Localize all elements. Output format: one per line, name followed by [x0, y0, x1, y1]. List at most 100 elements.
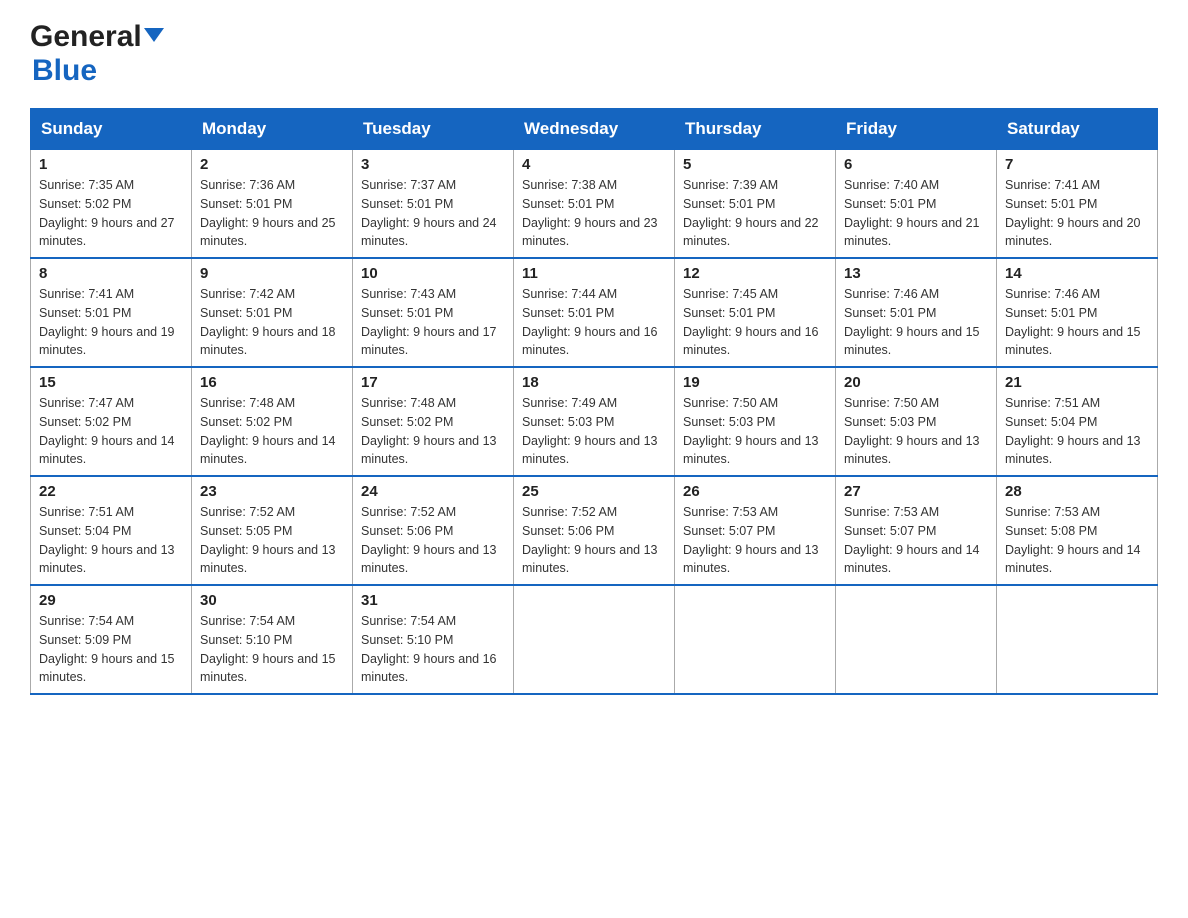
day-cell-24: 24 Sunrise: 7:52 AMSunset: 5:06 PMDaylig…: [353, 476, 514, 585]
day-cell-30: 30 Sunrise: 7:54 AMSunset: 5:10 PMDaylig…: [192, 585, 353, 694]
day-number: 8: [39, 265, 183, 282]
day-info: Sunrise: 7:45 AMSunset: 5:01 PMDaylight:…: [683, 285, 827, 360]
day-number: 16: [200, 374, 344, 391]
day-info: Sunrise: 7:41 AMSunset: 5:01 PMDaylight:…: [39, 285, 183, 360]
day-info: Sunrise: 7:54 AMSunset: 5:09 PMDaylight:…: [39, 612, 183, 687]
day-number: 12: [683, 265, 827, 282]
day-info: Sunrise: 7:51 AMSunset: 5:04 PMDaylight:…: [39, 503, 183, 578]
day-info: Sunrise: 7:52 AMSunset: 5:06 PMDaylight:…: [522, 503, 666, 578]
day-info: Sunrise: 7:46 AMSunset: 5:01 PMDaylight:…: [1005, 285, 1149, 360]
day-info: Sunrise: 7:37 AMSunset: 5:01 PMDaylight:…: [361, 176, 505, 251]
day-cell-27: 27 Sunrise: 7:53 AMSunset: 5:07 PMDaylig…: [836, 476, 997, 585]
day-cell-7: 7 Sunrise: 7:41 AMSunset: 5:01 PMDayligh…: [997, 150, 1158, 259]
day-info: Sunrise: 7:42 AMSunset: 5:01 PMDaylight:…: [200, 285, 344, 360]
weekday-header-saturday: Saturday: [997, 109, 1158, 150]
day-cell-12: 12 Sunrise: 7:45 AMSunset: 5:01 PMDaylig…: [675, 258, 836, 367]
day-cell-14: 14 Sunrise: 7:46 AMSunset: 5:01 PMDaylig…: [997, 258, 1158, 367]
day-info: Sunrise: 7:48 AMSunset: 5:02 PMDaylight:…: [361, 394, 505, 469]
day-number: 13: [844, 265, 988, 282]
day-info: Sunrise: 7:47 AMSunset: 5:02 PMDaylight:…: [39, 394, 183, 469]
day-info: Sunrise: 7:53 AMSunset: 5:07 PMDaylight:…: [844, 503, 988, 578]
empty-cell: [997, 585, 1158, 694]
day-number: 2: [200, 156, 344, 173]
day-info: Sunrise: 7:40 AMSunset: 5:01 PMDaylight:…: [844, 176, 988, 251]
weekday-header-sunday: Sunday: [31, 109, 192, 150]
day-cell-2: 2 Sunrise: 7:36 AMSunset: 5:01 PMDayligh…: [192, 150, 353, 259]
day-info: Sunrise: 7:54 AMSunset: 5:10 PMDaylight:…: [200, 612, 344, 687]
day-number: 11: [522, 265, 666, 282]
day-cell-21: 21 Sunrise: 7:51 AMSunset: 5:04 PMDaylig…: [997, 367, 1158, 476]
day-number: 28: [1005, 483, 1149, 500]
day-cell-29: 29 Sunrise: 7:54 AMSunset: 5:09 PMDaylig…: [31, 585, 192, 694]
logo: General Blue: [30, 20, 164, 88]
weekday-header-row: SundayMondayTuesdayWednesdayThursdayFrid…: [31, 109, 1158, 150]
day-cell-6: 6 Sunrise: 7:40 AMSunset: 5:01 PMDayligh…: [836, 150, 997, 259]
day-info: Sunrise: 7:51 AMSunset: 5:04 PMDaylight:…: [1005, 394, 1149, 469]
day-info: Sunrise: 7:48 AMSunset: 5:02 PMDaylight:…: [200, 394, 344, 469]
weekday-header-monday: Monday: [192, 109, 353, 150]
day-cell-8: 8 Sunrise: 7:41 AMSunset: 5:01 PMDayligh…: [31, 258, 192, 367]
week-row-1: 1 Sunrise: 7:35 AMSunset: 5:02 PMDayligh…: [31, 150, 1158, 259]
day-cell-23: 23 Sunrise: 7:52 AMSunset: 5:05 PMDaylig…: [192, 476, 353, 585]
day-number: 23: [200, 483, 344, 500]
logo-general-text: General: [30, 20, 142, 54]
weekday-header-friday: Friday: [836, 109, 997, 150]
day-info: Sunrise: 7:50 AMSunset: 5:03 PMDaylight:…: [683, 394, 827, 469]
day-number: 18: [522, 374, 666, 391]
calendar-table: SundayMondayTuesdayWednesdayThursdayFrid…: [30, 108, 1158, 695]
day-cell-10: 10 Sunrise: 7:43 AMSunset: 5:01 PMDaylig…: [353, 258, 514, 367]
day-info: Sunrise: 7:54 AMSunset: 5:10 PMDaylight:…: [361, 612, 505, 687]
day-number: 6: [844, 156, 988, 173]
day-number: 9: [200, 265, 344, 282]
day-cell-17: 17 Sunrise: 7:48 AMSunset: 5:02 PMDaylig…: [353, 367, 514, 476]
day-info: Sunrise: 7:44 AMSunset: 5:01 PMDaylight:…: [522, 285, 666, 360]
day-cell-20: 20 Sunrise: 7:50 AMSunset: 5:03 PMDaylig…: [836, 367, 997, 476]
day-number: 29: [39, 592, 183, 609]
day-number: 22: [39, 483, 183, 500]
day-cell-1: 1 Sunrise: 7:35 AMSunset: 5:02 PMDayligh…: [31, 150, 192, 259]
day-info: Sunrise: 7:52 AMSunset: 5:05 PMDaylight:…: [200, 503, 344, 578]
day-cell-13: 13 Sunrise: 7:46 AMSunset: 5:01 PMDaylig…: [836, 258, 997, 367]
weekday-header-tuesday: Tuesday: [353, 109, 514, 150]
day-number: 5: [683, 156, 827, 173]
day-cell-3: 3 Sunrise: 7:37 AMSunset: 5:01 PMDayligh…: [353, 150, 514, 259]
day-info: Sunrise: 7:38 AMSunset: 5:01 PMDaylight:…: [522, 176, 666, 251]
day-number: 3: [361, 156, 505, 173]
day-cell-26: 26 Sunrise: 7:53 AMSunset: 5:07 PMDaylig…: [675, 476, 836, 585]
day-cell-16: 16 Sunrise: 7:48 AMSunset: 5:02 PMDaylig…: [192, 367, 353, 476]
week-row-2: 8 Sunrise: 7:41 AMSunset: 5:01 PMDayligh…: [31, 258, 1158, 367]
day-number: 21: [1005, 374, 1149, 391]
day-number: 20: [844, 374, 988, 391]
page-header: General Blue: [30, 20, 1158, 88]
calendar-header: SundayMondayTuesdayWednesdayThursdayFrid…: [31, 109, 1158, 150]
day-number: 17: [361, 374, 505, 391]
logo-blue-text: Blue: [32, 54, 97, 88]
day-cell-31: 31 Sunrise: 7:54 AMSunset: 5:10 PMDaylig…: [353, 585, 514, 694]
day-info: Sunrise: 7:52 AMSunset: 5:06 PMDaylight:…: [361, 503, 505, 578]
weekday-header-wednesday: Wednesday: [514, 109, 675, 150]
week-row-5: 29 Sunrise: 7:54 AMSunset: 5:09 PMDaylig…: [31, 585, 1158, 694]
day-cell-25: 25 Sunrise: 7:52 AMSunset: 5:06 PMDaylig…: [514, 476, 675, 585]
empty-cell: [514, 585, 675, 694]
day-number: 15: [39, 374, 183, 391]
day-cell-11: 11 Sunrise: 7:44 AMSunset: 5:01 PMDaylig…: [514, 258, 675, 367]
day-info: Sunrise: 7:36 AMSunset: 5:01 PMDaylight:…: [200, 176, 344, 251]
day-cell-28: 28 Sunrise: 7:53 AMSunset: 5:08 PMDaylig…: [997, 476, 1158, 585]
day-cell-18: 18 Sunrise: 7:49 AMSunset: 5:03 PMDaylig…: [514, 367, 675, 476]
day-number: 14: [1005, 265, 1149, 282]
day-number: 4: [522, 156, 666, 173]
day-number: 26: [683, 483, 827, 500]
day-info: Sunrise: 7:53 AMSunset: 5:08 PMDaylight:…: [1005, 503, 1149, 578]
day-info: Sunrise: 7:46 AMSunset: 5:01 PMDaylight:…: [844, 285, 988, 360]
day-number: 10: [361, 265, 505, 282]
day-info: Sunrise: 7:53 AMSunset: 5:07 PMDaylight:…: [683, 503, 827, 578]
day-number: 27: [844, 483, 988, 500]
day-cell-19: 19 Sunrise: 7:50 AMSunset: 5:03 PMDaylig…: [675, 367, 836, 476]
day-cell-22: 22 Sunrise: 7:51 AMSunset: 5:04 PMDaylig…: [31, 476, 192, 585]
day-number: 7: [1005, 156, 1149, 173]
day-info: Sunrise: 7:49 AMSunset: 5:03 PMDaylight:…: [522, 394, 666, 469]
day-number: 1: [39, 156, 183, 173]
day-info: Sunrise: 7:50 AMSunset: 5:03 PMDaylight:…: [844, 394, 988, 469]
week-row-3: 15 Sunrise: 7:47 AMSunset: 5:02 PMDaylig…: [31, 367, 1158, 476]
day-number: 30: [200, 592, 344, 609]
